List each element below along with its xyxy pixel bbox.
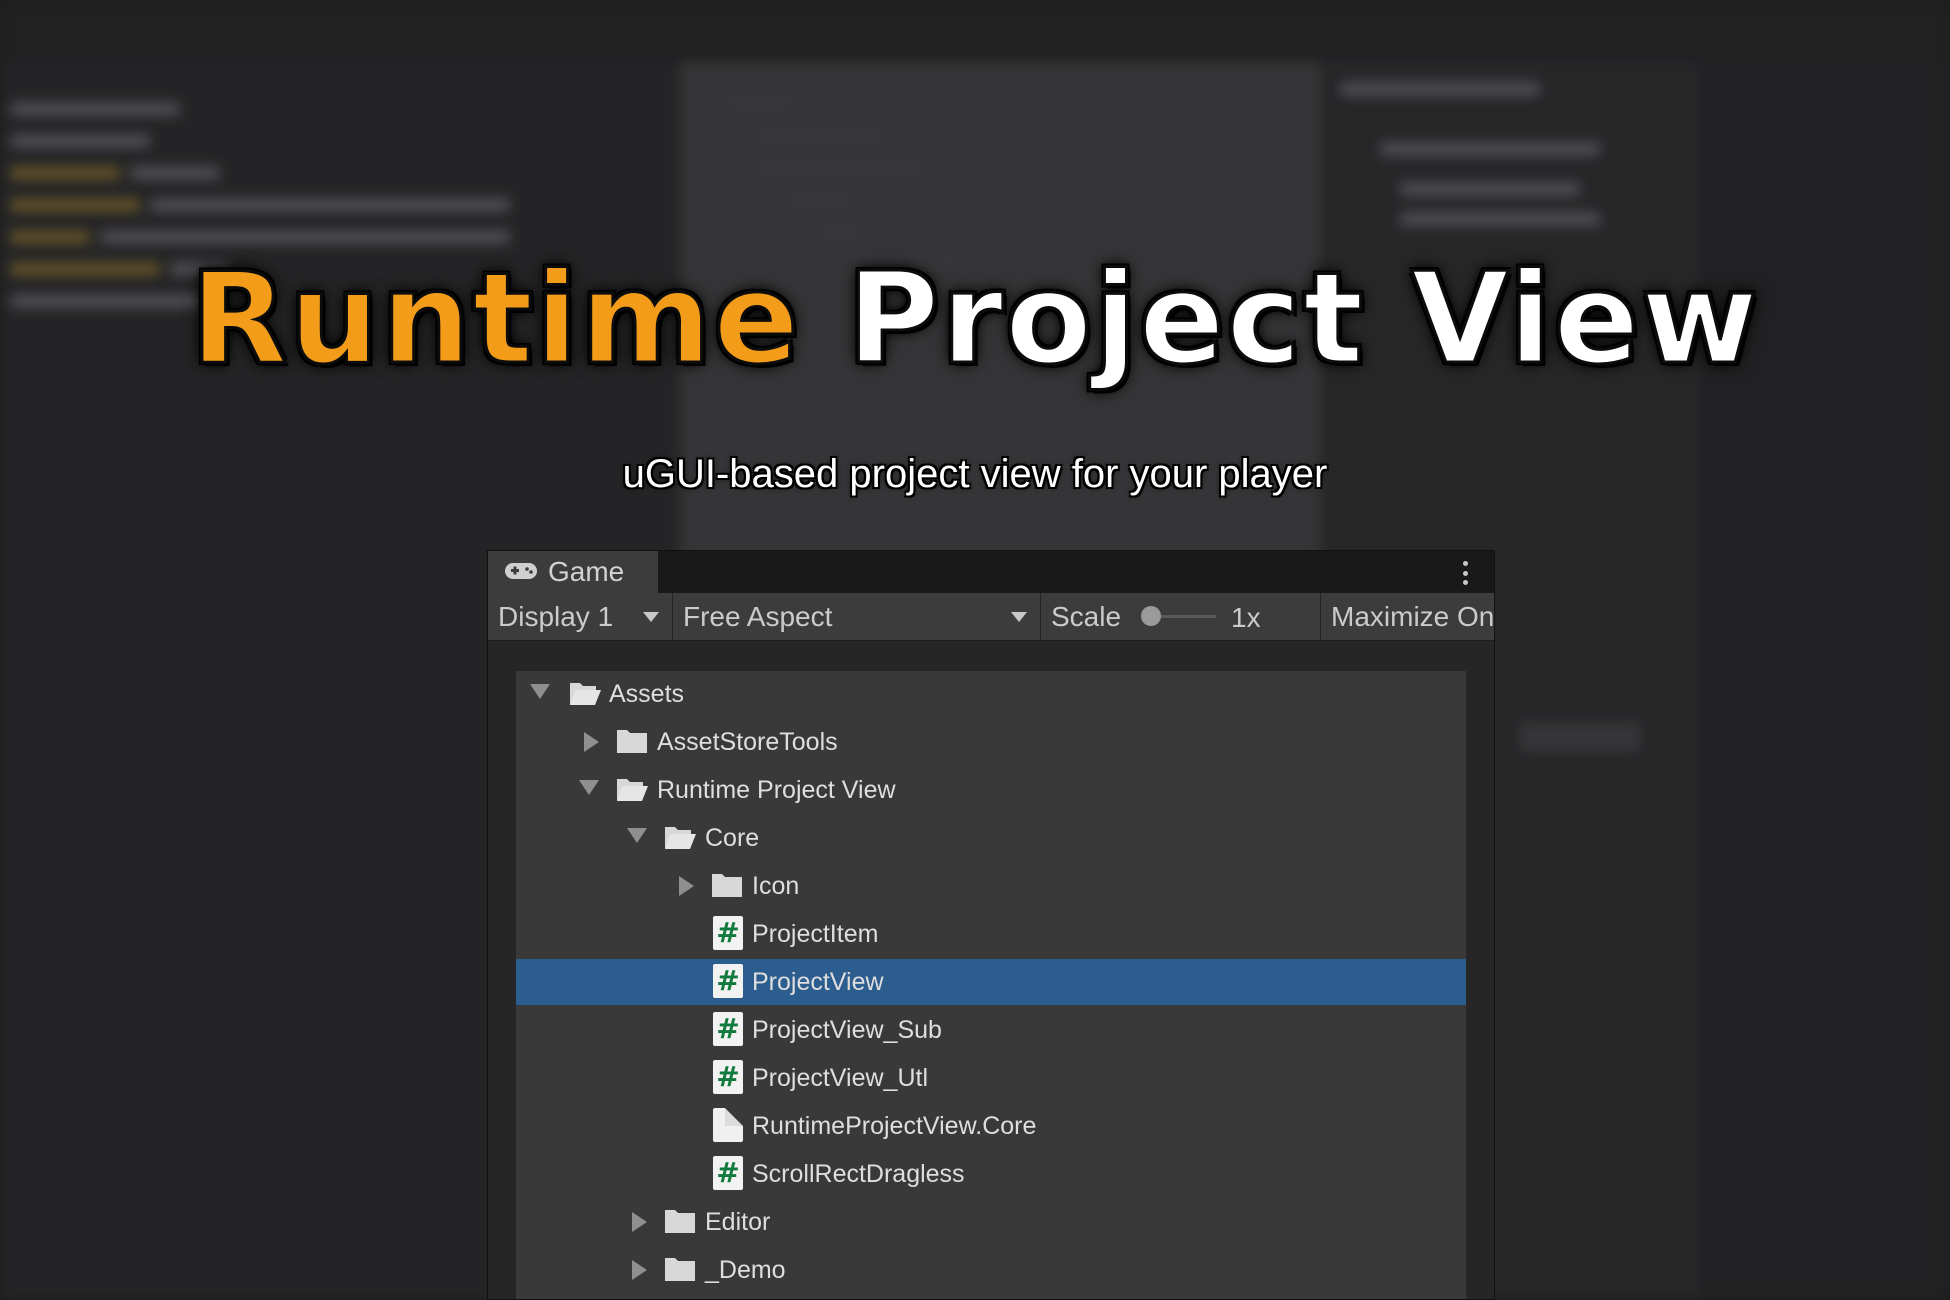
tree-row-icon[interactable]: Icon	[516, 863, 1466, 909]
csharp-script-icon: #	[713, 916, 743, 950]
file-icon	[713, 1108, 743, 1142]
csharp-script-icon: #	[713, 964, 743, 998]
aspect-dropdown[interactable]: Free Aspect	[673, 593, 1041, 640]
tree-row-projectview-utl[interactable]: # ProjectView_Utl	[516, 1055, 1466, 1101]
expand-arrow-icon[interactable]	[632, 1260, 647, 1280]
gamepad-icon	[504, 556, 538, 588]
csharp-script-icon: #	[713, 1060, 743, 1094]
folder-icon	[712, 874, 742, 897]
tree-row-assetstoretools[interactable]: AssetStoreTools	[516, 719, 1466, 765]
folder-icon	[665, 1210, 695, 1233]
tree-row-scrollrectdragless[interactable]: # ScrollRectDragless	[516, 1151, 1466, 1197]
maximize-label: Maximize On	[1331, 600, 1495, 632]
display-dropdown-label: Display 1	[498, 600, 614, 632]
expand-arrow-icon[interactable]	[530, 684, 550, 699]
tree-row-label: ProjectView_Sub	[752, 1016, 942, 1044]
game-viewport: Assets AssetStoreTools Runtime Project V…	[488, 641, 1494, 1299]
expand-arrow-icon[interactable]	[584, 732, 599, 752]
scale-label: Scale	[1051, 600, 1122, 632]
scale-control: Scale 1x	[1041, 593, 1321, 640]
tree-row-label: ProjectView	[752, 968, 884, 996]
folder-icon	[665, 1258, 695, 1281]
scale-slider-handle[interactable]	[1141, 606, 1161, 626]
tree-row-core[interactable]: Core	[516, 815, 1466, 861]
tree-row-projectitem[interactable]: # ProjectItem	[516, 911, 1466, 957]
tree-row-projectview-sub[interactable]: # ProjectView_Sub	[516, 1007, 1466, 1053]
bg-toolbar	[0, 0, 1950, 62]
tab-bar: Game	[488, 551, 1494, 593]
folder-open-icon	[665, 827, 696, 849]
expand-arrow-icon[interactable]	[579, 780, 599, 795]
csharp-script-icon: #	[713, 1012, 743, 1046]
scale-value: 1x	[1231, 602, 1261, 633]
chevron-down-icon	[1011, 612, 1027, 622]
expand-arrow-icon[interactable]	[679, 876, 694, 896]
tree-row-projectview[interactable]: # ProjectView	[516, 959, 1466, 1005]
csharp-script-icon: #	[713, 1156, 743, 1190]
hero-title: Runtime Project View	[0, 244, 1950, 394]
hero-title-main: Project View	[845, 244, 1760, 394]
folder-open-icon	[570, 683, 601, 705]
game-window: Game Display 1 Free Aspect Scale 1x Maxi…	[487, 550, 1495, 1300]
tree-row-label: Runtime Project View	[657, 776, 896, 804]
maximize-on-play-toggle[interactable]: Maximize On	[1321, 593, 1495, 640]
tree-row-label: Editor	[705, 1208, 771, 1236]
chevron-down-icon	[643, 612, 659, 622]
game-toolbar: Display 1 Free Aspect Scale 1x Maximize …	[488, 593, 1494, 641]
tree-row-label: ProjectItem	[752, 920, 879, 948]
tree-row-editor[interactable]: Editor	[516, 1199, 1466, 1245]
tree-row-demo[interactable]: _Demo	[516, 1247, 1466, 1293]
tree-row-label: Core	[705, 824, 760, 852]
folder-icon	[617, 730, 647, 753]
display-dropdown[interactable]: Display 1	[488, 593, 673, 640]
hero-subtitle: uGUI-based project view for your player	[622, 452, 1328, 496]
tree-row-label: Icon	[752, 872, 800, 900]
tree-row-label: Assets	[609, 680, 685, 708]
tree-row-runtimeprojectview-core[interactable]: RuntimeProjectView.Core	[516, 1103, 1466, 1149]
tab-game-label: Game	[548, 556, 625, 587]
tree-row-runtime-project-view[interactable]: Runtime Project View	[516, 767, 1466, 813]
tree-row-label: ScrollRectDragless	[752, 1160, 965, 1188]
tree-row-assets[interactable]: Assets	[516, 671, 1466, 717]
tree-row-label: ProjectView_Utl	[752, 1064, 929, 1092]
hero-title-accent: Runtime	[189, 244, 801, 394]
project-tree: Assets AssetStoreTools Runtime Project V…	[516, 671, 1466, 1299]
expand-arrow-icon[interactable]	[632, 1212, 647, 1232]
tree-row-label: _Demo	[705, 1256, 786, 1284]
tree-row-label: AssetStoreTools	[657, 728, 838, 756]
kebab-menu-icon[interactable]	[1462, 561, 1468, 585]
folder-open-icon	[617, 779, 648, 801]
expand-arrow-icon[interactable]	[627, 828, 647, 843]
aspect-dropdown-label: Free Aspect	[683, 600, 833, 632]
tab-game[interactable]: Game	[488, 551, 658, 593]
tree-row-label: RuntimeProjectView.Core	[752, 1112, 1037, 1140]
